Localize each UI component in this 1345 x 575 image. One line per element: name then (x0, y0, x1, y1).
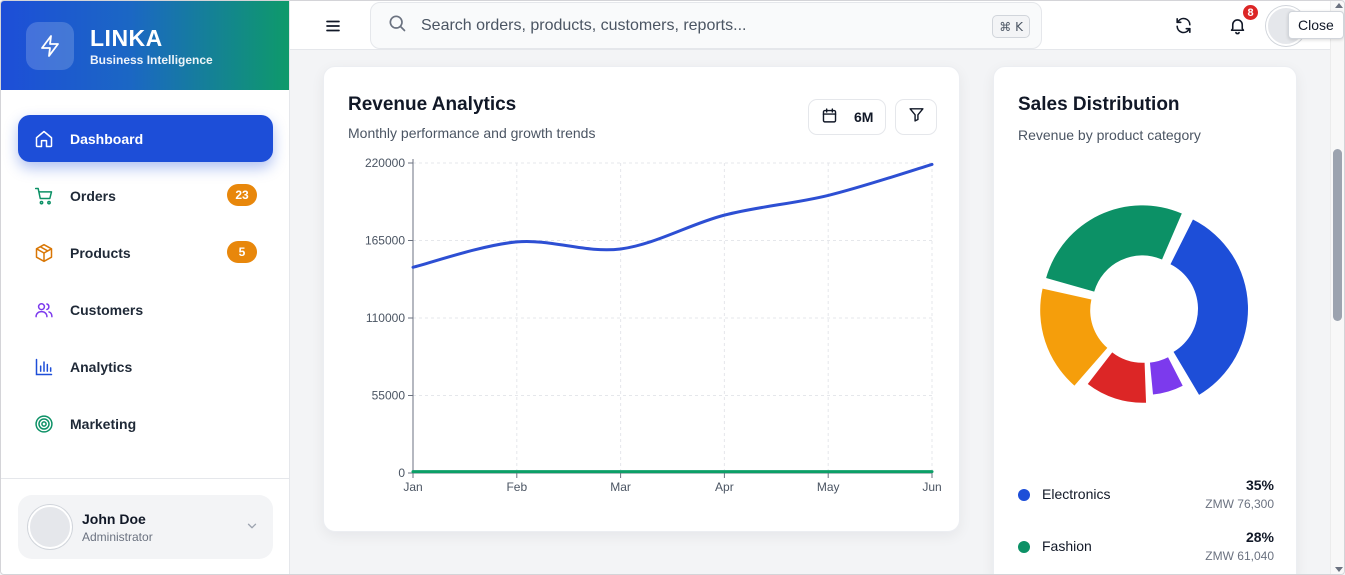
sidebar-item-label: Customers (70, 301, 144, 318)
x-tick-label: Mar (610, 480, 631, 494)
shortcut-key: K (1015, 19, 1023, 34)
sidebar-item-orders[interactable]: Orders 23 (18, 172, 273, 219)
x-tick-label: Jun (922, 480, 941, 494)
x-tick-label: Jan (403, 480, 422, 494)
sidebar-item-analytics[interactable]: Analytics (18, 343, 273, 390)
home-icon (34, 129, 54, 149)
revenue-analytics-card: Revenue Analytics Monthly performance an… (323, 66, 960, 532)
legend-color-dot (1018, 489, 1030, 501)
y-tick-label: 0 (398, 466, 405, 480)
revenue-line-chart: 220000 165000 110000 55000 0Jan Feb Mar Apr May J… (365, 156, 942, 494)
cart-icon (34, 186, 54, 206)
scroll-down-arrow-icon[interactable] (1335, 567, 1343, 572)
refresh-icon[interactable] (1174, 16, 1193, 40)
search-placeholder: Search orders, products, customers, repo… (421, 16, 747, 34)
brand-subtitle: Business Intelligence (90, 52, 213, 67)
sales-distribution-card: Sales Distribution Revenue by product ca… (993, 66, 1297, 574)
sidebar-item-products[interactable]: Products 5 (18, 229, 273, 276)
scroll-up-arrow-icon[interactable] (1335, 3, 1343, 8)
y-tick-label: 220000 (365, 156, 405, 170)
chevron-down-icon[interactable] (245, 519, 259, 538)
box-icon (34, 243, 54, 263)
notification-count-badge: 8 (1241, 3, 1260, 22)
app-window: LINKA Business Intelligence Dashboard Or… (0, 0, 1345, 575)
menu-icon[interactable] (324, 17, 342, 40)
keyboard-shortcut-hint: ⌘ K (992, 15, 1030, 38)
top-bar: Search orders, products, customers, repo… (290, 1, 1330, 50)
user-profile-card[interactable]: John Doe Administrator (18, 495, 273, 559)
bolt-icon[interactable] (26, 21, 74, 70)
user-role: Administrator (82, 529, 153, 544)
legend-color-dot (1018, 541, 1030, 553)
search-input[interactable]: Search orders, products, customers, repo… (370, 2, 1042, 49)
products-count-badge: 5 (227, 241, 257, 263)
target-icon (34, 414, 54, 434)
legend-amount: ZMW 61,040 (1205, 549, 1274, 563)
legend-amount: ZMW 76,300 (1205, 497, 1274, 511)
search-icon (387, 13, 407, 38)
command-key-symbol: ⌘ (999, 19, 1012, 34)
donut-slice-4[interactable] (1046, 205, 1182, 292)
sidebar-item-label: Orders (70, 187, 116, 204)
donut-slice-1[interactable] (1149, 357, 1183, 395)
sidebar-divider (1, 478, 290, 479)
orders-count-badge: 23 (227, 184, 257, 206)
legend-label: Fashion (1042, 538, 1092, 554)
legend-percent: 28% (1245, 529, 1274, 545)
y-tick-label: 165000 (365, 234, 405, 248)
sidebar-item-label: Dashboard (70, 130, 144, 147)
series-line-0 (411, 162, 934, 269)
donut-slice-3[interactable] (1040, 288, 1108, 386)
sidebar-item-label: Analytics (70, 358, 133, 375)
legend-item-fashion: Fashion 28% ZMW 61,040 (1018, 525, 1274, 565)
y-tick-label: 55000 (372, 389, 406, 403)
bar-chart-icon (34, 357, 54, 377)
brand-header: LINKA Business Intelligence (1, 1, 289, 90)
avatar (28, 505, 72, 549)
sidebar-item-label: Marketing (70, 415, 137, 432)
x-tick-label: Feb (506, 480, 527, 494)
brand-name: LINKA (90, 24, 163, 51)
legend-item-electronics: Electronics 35% ZMW 76,300 (1018, 473, 1274, 513)
close-tooltip: Close (1288, 11, 1344, 39)
sidebar-item-customers[interactable]: Customers (18, 286, 273, 333)
sidebar-item-marketing[interactable]: Marketing (18, 400, 273, 447)
sidebar-nav: Dashboard Orders 23 Products 5 Customers… (18, 115, 273, 457)
sidebar-item-dashboard[interactable]: Dashboard (18, 115, 273, 162)
user-name: John Doe (82, 510, 146, 527)
sidebar-item-label: Products (70, 244, 131, 261)
legend-label: Electronics (1042, 486, 1111, 502)
legend-percent: 35% (1245, 477, 1274, 493)
users-icon (34, 300, 54, 320)
sidebar: LINKA Business Intelligence Dashboard Or… (1, 1, 290, 574)
x-tick-label: May (817, 480, 840, 494)
x-tick-label: Apr (715, 480, 734, 494)
scrollbar-thumb[interactable] (1333, 149, 1342, 321)
y-tick-label: 110000 (366, 311, 405, 325)
page-scrollbar[interactable] (1330, 1, 1344, 574)
sales-donut-chart (1040, 205, 1248, 403)
donut-slice-0[interactable] (1170, 219, 1248, 395)
